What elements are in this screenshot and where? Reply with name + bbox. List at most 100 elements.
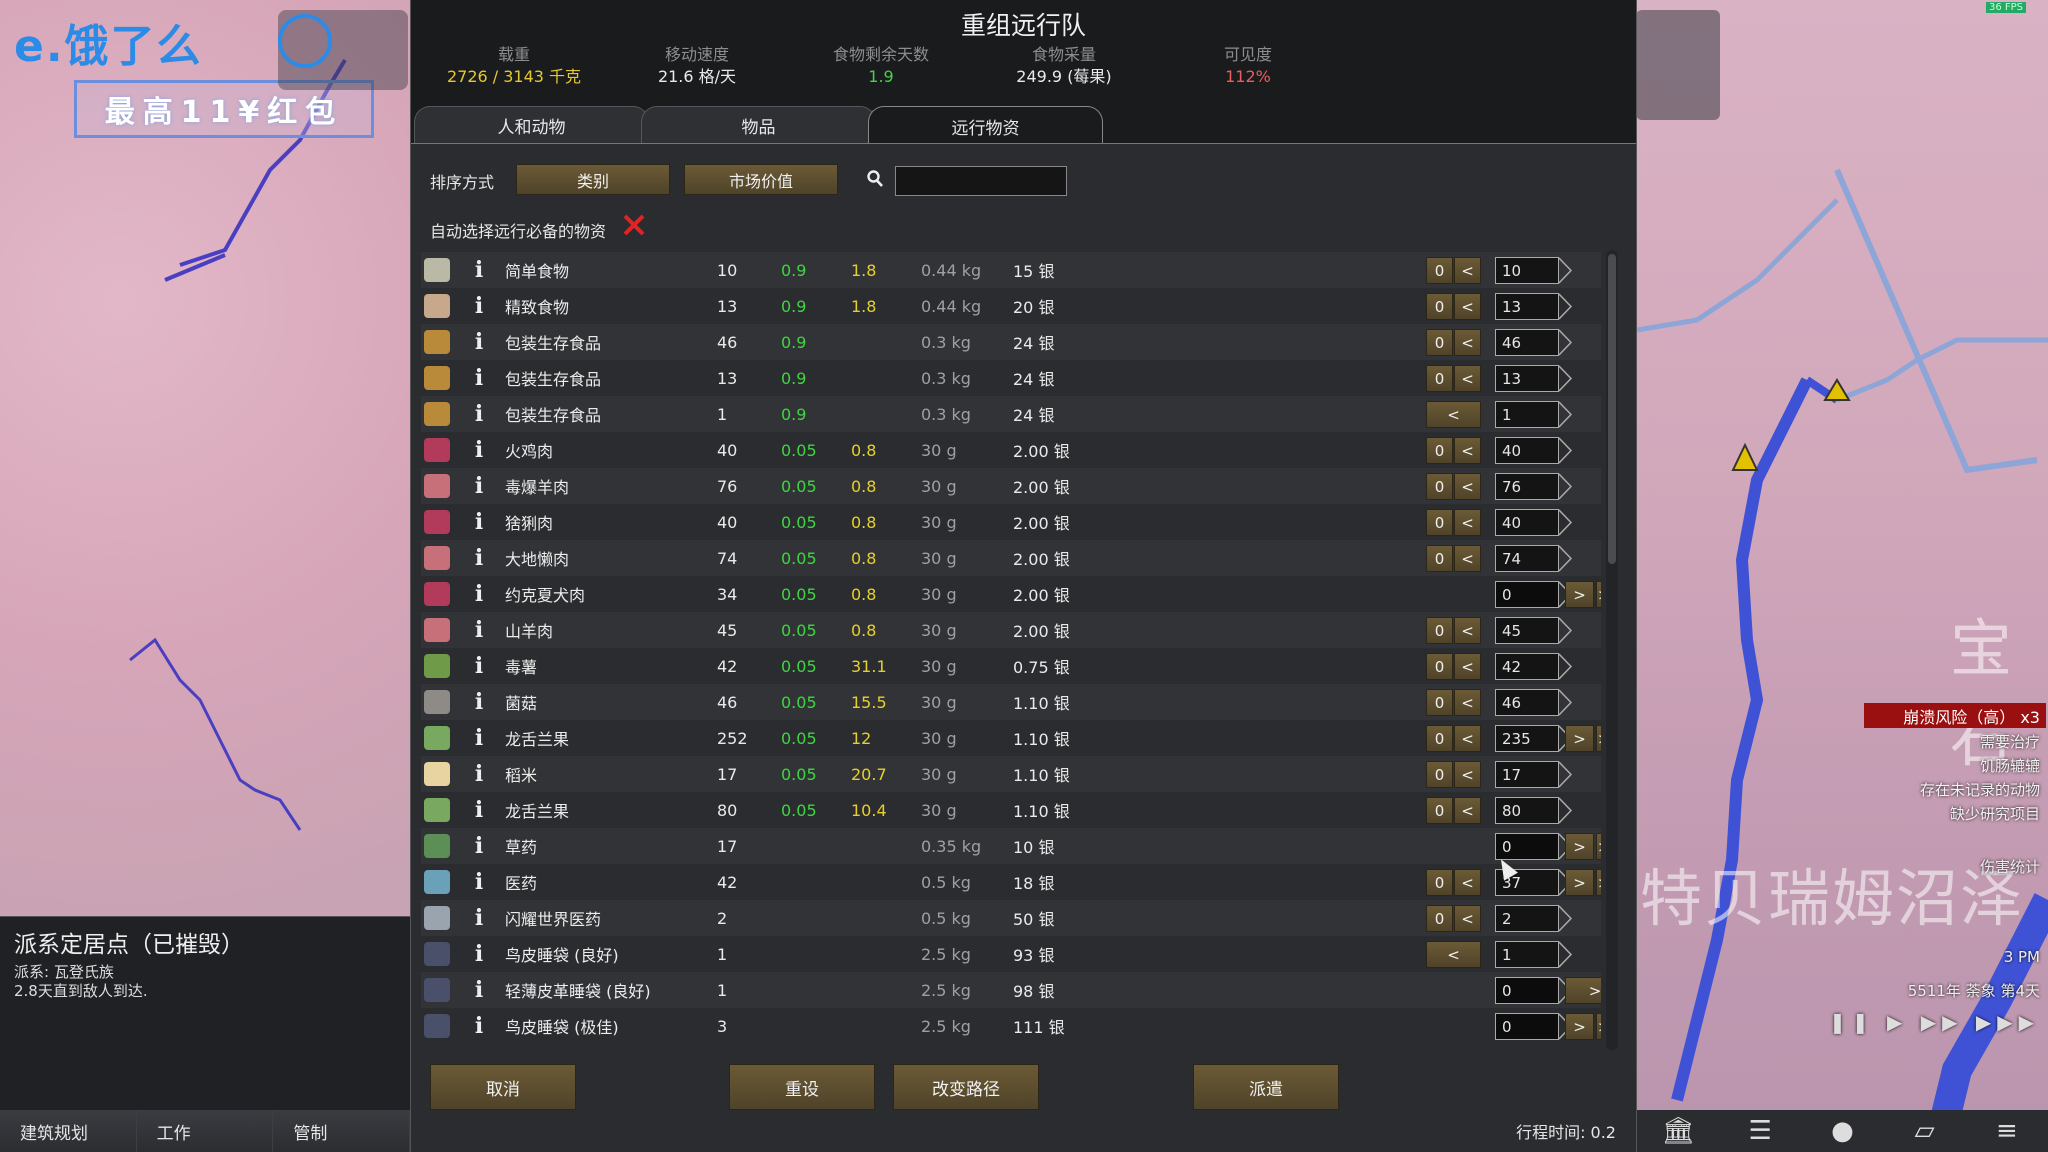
info-icon[interactable]: i bbox=[471, 684, 487, 720]
set-zero-button[interactable]: 0 bbox=[1426, 725, 1453, 752]
info-icon[interactable]: i bbox=[471, 612, 487, 648]
set-zero-button[interactable]: 0 bbox=[1426, 653, 1453, 680]
info-icon[interactable]: i bbox=[471, 792, 487, 828]
info-icon[interactable]: i bbox=[471, 720, 487, 756]
quantity-field[interactable]: 46 bbox=[1495, 329, 1559, 356]
increase-max-button[interactable]: >> bbox=[1596, 725, 1601, 752]
list-scrollbar-thumb[interactable] bbox=[1608, 254, 1616, 564]
search-input[interactable] bbox=[895, 166, 1067, 196]
decrease-button[interactable]: < bbox=[1454, 437, 1481, 464]
supply-row[interactable]: i 毒薯 42 0.05 31.1 30 g 0.75 银 0 <42 bbox=[421, 648, 1601, 684]
decrease-button[interactable]: < bbox=[1454, 365, 1481, 392]
decrease-button[interactable]: < bbox=[1454, 725, 1481, 752]
sort-market-value-button[interactable]: 市场价值 bbox=[684, 164, 838, 195]
supply-row[interactable]: i龙舌兰果2520.051230 g1.10 银0<235>>> bbox=[421, 720, 1601, 756]
quantity-field[interactable]: 2 bbox=[1495, 905, 1559, 932]
set-zero-button[interactable]: 0 bbox=[1426, 761, 1453, 788]
supply-row[interactable]: i草药170.35 kg10 银0>>> bbox=[421, 828, 1601, 864]
supply-row[interactable]: i鸟皮睡袋 (极佳)32.5 kg111 银0>>> bbox=[421, 1008, 1601, 1044]
tab-architect[interactable]: 建筑规划 bbox=[0, 1110, 137, 1152]
set-zero-button[interactable]: 0 bbox=[1426, 257, 1453, 284]
world-menu-icon[interactable]: ≡ bbox=[1987, 1115, 2027, 1147]
quantity-field[interactable]: 76 bbox=[1495, 473, 1559, 500]
supply-row[interactable]: i 猞猁肉 40 0.05 0.8 30 g 2.00 银 0 <40 bbox=[421, 504, 1601, 540]
info-icon[interactable]: i bbox=[471, 756, 487, 792]
supply-row[interactable]: i医药420.5 kg18 银0<37>>> bbox=[421, 864, 1601, 900]
decrease-button[interactable]: < bbox=[1426, 941, 1481, 968]
set-zero-button[interactable]: 0 bbox=[1426, 545, 1453, 572]
supply-row[interactable]: i 轻薄皮革睡袋 (良好) 1 2.5 kg 98 银 0 > bbox=[421, 972, 1601, 1008]
quantity-field[interactable]: 40 bbox=[1495, 509, 1559, 536]
quantity-field[interactable]: 17 bbox=[1495, 761, 1559, 788]
increase-button[interactable]: > bbox=[1565, 833, 1594, 860]
increase-button[interactable]: > bbox=[1565, 977, 1601, 1004]
decrease-button[interactable]: < bbox=[1454, 653, 1481, 680]
info-icon[interactable]: i bbox=[471, 468, 487, 504]
auto-select-toggle-x-icon[interactable] bbox=[621, 212, 647, 238]
quantity-field[interactable]: 74 bbox=[1495, 545, 1559, 572]
supply-row[interactable]: i 龙舌兰果 80 0.05 10.4 30 g 1.10 银 0 <80 bbox=[421, 792, 1601, 828]
info-icon[interactable]: i bbox=[471, 252, 487, 288]
quantity-field[interactable]: 13 bbox=[1495, 293, 1559, 320]
decrease-button[interactable]: < bbox=[1454, 473, 1481, 500]
supply-list[interactable]: i 简单食物 10 0.9 1.8 0.44 kg 15 银 0 <10 i 精致食物 13 0.9 1.… bbox=[421, 250, 1601, 1050]
info-icon[interactable]: i bbox=[471, 576, 487, 612]
reset-button[interactable]: 重设 bbox=[729, 1064, 875, 1110]
decrease-button[interactable]: < bbox=[1426, 401, 1481, 428]
decrease-button[interactable]: < bbox=[1454, 797, 1481, 824]
info-icon[interactable]: i bbox=[471, 936, 487, 972]
supply-row[interactable]: i 闪耀世界医药 2 0.5 kg 50 银 0 <2 bbox=[421, 900, 1601, 936]
increase-max-button[interactable]: >> bbox=[1596, 1013, 1601, 1040]
info-icon[interactable]: i bbox=[471, 864, 487, 900]
alert-breakdown-risk[interactable]: 崩溃风险（高） x3 bbox=[1864, 703, 2046, 728]
quantity-field[interactable]: 42 bbox=[1495, 653, 1559, 680]
supply-row[interactable]: i 包装生存食品 46 0.9 0.3 kg 24 银 0 <46 bbox=[421, 324, 1601, 360]
alert-starving[interactable]: 饥肠辘辘 bbox=[1920, 754, 2040, 778]
decrease-button[interactable]: < bbox=[1454, 293, 1481, 320]
info-icon[interactable]: i bbox=[471, 396, 487, 432]
info-icon[interactable]: i bbox=[471, 504, 487, 540]
change-route-button[interactable]: 改变路径 bbox=[893, 1064, 1039, 1110]
quantity-field[interactable]: 0 bbox=[1495, 1013, 1559, 1040]
decrease-button[interactable]: < bbox=[1454, 689, 1481, 716]
tab-assign[interactable]: 管制 bbox=[273, 1110, 411, 1152]
set-zero-button[interactable]: 0 bbox=[1426, 473, 1453, 500]
increase-button[interactable]: > bbox=[1565, 869, 1594, 896]
quantity-field[interactable]: 46 bbox=[1495, 689, 1559, 716]
info-icon[interactable]: i bbox=[471, 972, 487, 1008]
alert-unrecorded-animals[interactable]: 存在未记录的动物 bbox=[1920, 778, 2040, 802]
increase-button[interactable]: > bbox=[1565, 725, 1594, 752]
supply-row[interactable]: i约克夏犬肉340.050.830 g2.00 银0>>> bbox=[421, 576, 1601, 612]
supply-row[interactable]: i 山羊肉 45 0.05 0.8 30 g 2.00 银 0 <45 bbox=[421, 612, 1601, 648]
tab-work[interactable]: 工作 bbox=[136, 1110, 274, 1152]
quantity-field[interactable]: 40 bbox=[1495, 437, 1559, 464]
world-factions-icon[interactable]: 🏛 bbox=[1658, 1115, 1698, 1147]
decrease-button[interactable]: < bbox=[1454, 257, 1481, 284]
supply-row[interactable]: i 毒爆羊肉 76 0.05 0.8 30 g 2.00 银 0 <76 bbox=[421, 468, 1601, 504]
info-icon[interactable]: i bbox=[471, 324, 487, 360]
info-icon[interactable]: i bbox=[471, 1008, 487, 1044]
decrease-button[interactable]: < bbox=[1454, 545, 1481, 572]
supply-row[interactable]: i 菌菇 46 0.05 15.5 30 g 1.10 银 0 <46 bbox=[421, 684, 1601, 720]
supply-row[interactable]: i 火鸡肉 40 0.05 0.8 30 g 2.00 银 0 <40 bbox=[421, 432, 1601, 468]
decrease-button[interactable]: < bbox=[1454, 509, 1481, 536]
quantity-field[interactable]: 1 bbox=[1495, 941, 1559, 968]
supply-row[interactable]: i 鸟皮睡袋 (良好) 1 2.5 kg 93 银 <1 bbox=[421, 936, 1601, 972]
set-zero-button[interactable]: 0 bbox=[1426, 797, 1453, 824]
info-icon[interactable]: i bbox=[471, 288, 487, 324]
quantity-field[interactable]: 235 bbox=[1495, 725, 1559, 752]
alert-need-treatment[interactable]: 需要治疗 bbox=[1920, 730, 2040, 754]
supply-row[interactable]: i 稻米 17 0.05 20.7 30 g 1.10 银 0 <17 bbox=[421, 756, 1601, 792]
world-layer-icon[interactable]: ▱ bbox=[1905, 1115, 1945, 1147]
send-button[interactable]: 派遣 bbox=[1193, 1064, 1339, 1110]
info-icon[interactable]: i bbox=[471, 648, 487, 684]
quantity-field[interactable]: 0 bbox=[1495, 977, 1559, 1004]
quantity-field[interactable]: 10 bbox=[1495, 257, 1559, 284]
decrease-button[interactable]: < bbox=[1454, 905, 1481, 932]
colonist-bar-right[interactable] bbox=[1636, 10, 1720, 120]
increase-max-button[interactable]: >> bbox=[1596, 581, 1601, 608]
quantity-field[interactable]: 80 bbox=[1495, 797, 1559, 824]
tab-travel-supplies[interactable]: 远行物资 bbox=[868, 106, 1103, 146]
info-icon[interactable]: i bbox=[471, 828, 487, 864]
quantity-field[interactable]: 0 bbox=[1495, 581, 1559, 608]
